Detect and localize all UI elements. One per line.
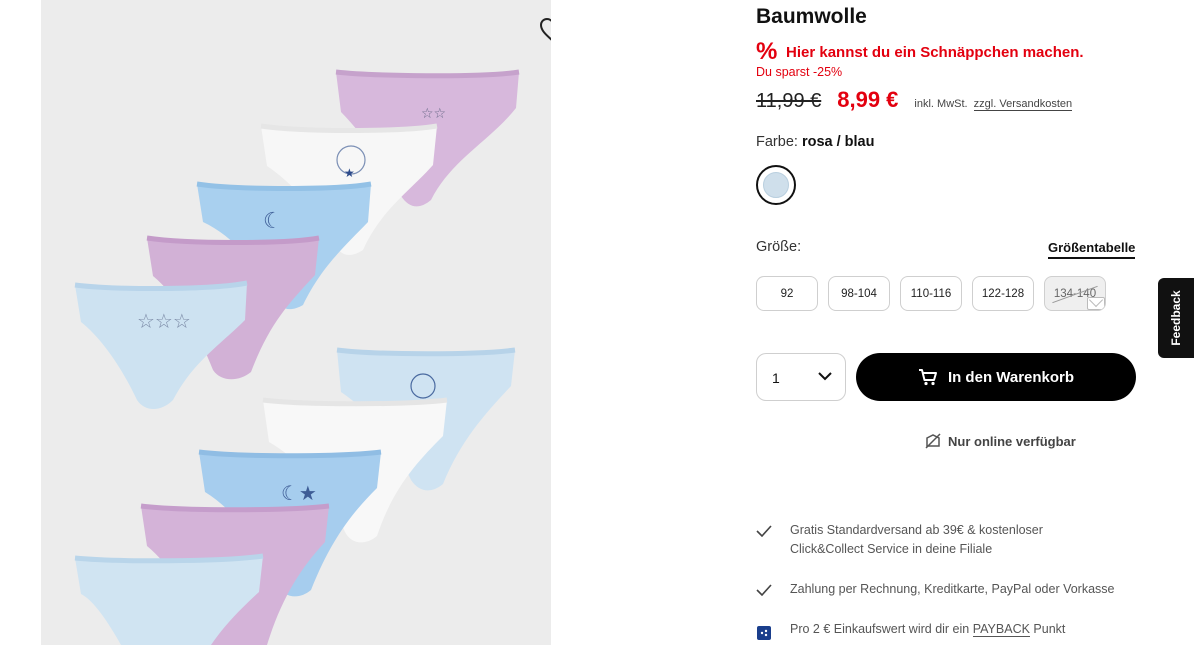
quantity-select[interactable]: 1 <box>756 353 846 401</box>
deal-banner: % Hier kannst du ein Schnäppchen machen. <box>756 38 1084 65</box>
briefs-illustration: ☆☆ ★ ☾ ☆☆☆ ☾★ <box>74 69 520 645</box>
check-icon <box>756 521 790 559</box>
sale-price: 8,99 € <box>837 87 899 112</box>
size-option-134-140[interactable]: 134-140 <box>1044 276 1106 311</box>
svg-text:☾★: ☾★ <box>281 481 317 505</box>
old-price: 11,99 € <box>756 90 822 112</box>
online-only-label: Nur online verfügbar <box>948 433 1076 449</box>
tax-info: inkl. MwSt. zzgl. Versandkosten <box>914 98 1073 111</box>
payback-link[interactable]: PAYBACK <box>972 622 1030 637</box>
deal-text: Hier kannst du ein Schnäppchen machen. <box>786 43 1084 61</box>
usp-shipping-line-2: Click&Collect Service in deine Filiale <box>790 542 993 556</box>
tax-text: inkl. MwSt. <box>914 98 968 110</box>
svg-text:☆☆: ☆☆ <box>421 106 446 122</box>
feedback-label: Feedback <box>1169 290 1183 346</box>
usp-payback: Pro 2 € Einkaufswert wird dir ein PAYBAC… <box>756 620 1065 645</box>
price-row: 11,99 € 8,99 € inkl. MwSt. zzgl. Versand… <box>756 87 1073 113</box>
svg-text:☆☆☆: ☆☆☆ <box>137 309 191 333</box>
size-option-110-116[interactable]: 110-116 <box>900 276 962 311</box>
size-label: Größe: <box>756 239 802 255</box>
svg-text:★: ★ <box>344 166 355 180</box>
usp-payment: Zahlung per Rechnung, Kreditkarte, PayPa… <box>756 580 1115 602</box>
add-to-cart-button[interactable]: In den Warenkorb <box>856 353 1136 401</box>
percent-icon: % <box>756 38 778 65</box>
usp-shipping-line-1: Gratis Standardversand ab 39€ & kostenlo… <box>790 523 1043 537</box>
size-option-98-104[interactable]: 98-104 <box>828 276 890 311</box>
payback-icon <box>756 620 790 645</box>
color-selection-label: Farbe: rosa / blau <box>756 134 874 150</box>
swatch-fill <box>763 172 789 198</box>
color-label: Farbe: <box>756 134 798 150</box>
size-option-92[interactable]: 92 <box>756 276 818 311</box>
add-to-cart-label: In den Warenkorb <box>947 368 1075 386</box>
color-value: rosa / blau <box>801 134 875 150</box>
color-swatch-rosa-blau[interactable] <box>756 165 796 205</box>
cart-icon <box>918 369 937 386</box>
heart-icon[interactable] <box>538 16 551 44</box>
product-title: Baumwolle <box>756 5 867 28</box>
usp-payback-suffix: Punkt <box>1033 622 1066 636</box>
product-image[interactable]: ☆☆ ★ ☾ ☆☆☆ ☾★ <box>41 0 551 645</box>
saving-text: Du sparst -25% <box>756 65 843 79</box>
chevron-down-icon <box>818 372 832 381</box>
feedback-tab[interactable]: Feedback <box>1158 278 1194 358</box>
check-icon <box>756 580 790 602</box>
shipping-costs-link[interactable]: zzgl. Versandkosten <box>973 98 1073 111</box>
store-unavailable-icon <box>925 433 941 449</box>
mail-icon <box>1087 297 1105 310</box>
usp-payback-prefix: Pro 2 € Einkaufswert wird dir ein <box>790 622 970 636</box>
svg-text:☾: ☾ <box>263 209 283 234</box>
size-chart-link[interactable]: Größentabelle <box>1048 240 1136 259</box>
quantity-value: 1 <box>772 370 780 386</box>
size-option-122-128[interactable]: 122-128 <box>972 276 1034 311</box>
usp-shipping: Gratis Standardversand ab 39€ & kostenlo… <box>756 521 1043 559</box>
usp-payment-text: Zahlung per Rechnung, Kreditkarte, PayPa… <box>790 582 1115 596</box>
online-only-notice: Nur online verfügbar <box>924 432 1076 450</box>
